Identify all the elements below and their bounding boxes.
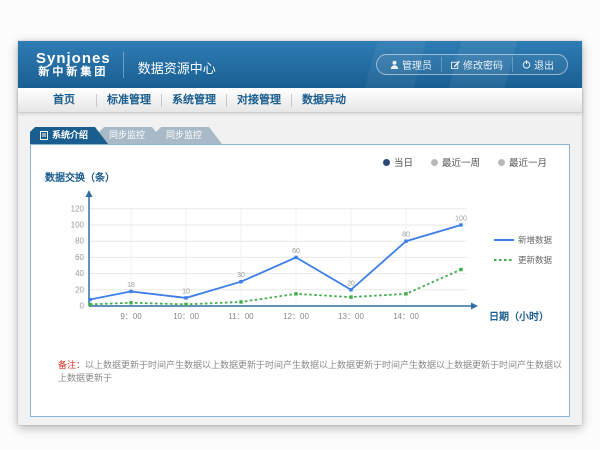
period-option-last-month[interactable]: 最近一月 bbox=[498, 155, 547, 169]
footnote-prefix: 备注： bbox=[58, 360, 85, 370]
svg-text:新增数据: 新增数据 bbox=[518, 235, 553, 245]
svg-text:13：00: 13：00 bbox=[338, 312, 364, 321]
brand-logo: Synjones 新中新集团 bbox=[30, 51, 121, 78]
svg-text:20: 20 bbox=[75, 285, 84, 294]
chart-y-axis-title: 数据交换（条） bbox=[45, 169, 115, 184]
data-exchange-chart: 0 20 40 60 80 100 120 9：00 10：00 11：00 12：00 13：00 1… bbox=[47, 183, 567, 333]
change-password-label: 修改密码 bbox=[463, 57, 503, 72]
logout-button[interactable]: 退出 bbox=[512, 57, 563, 72]
tab-label: 同步监控 bbox=[109, 127, 145, 144]
change-password-button[interactable]: 修改密码 bbox=[441, 57, 512, 72]
svg-text:更新数据: 更新数据 bbox=[518, 255, 553, 265]
nav-item-standard-mgmt[interactable]: 标准管理 bbox=[97, 88, 161, 113]
svg-text:18: 18 bbox=[127, 282, 135, 289]
nav-item-connect-mgmt[interactable]: 对接管理 bbox=[227, 88, 291, 113]
power-icon bbox=[522, 60, 531, 69]
svg-text:20: 20 bbox=[347, 280, 355, 287]
svg-text:9：00: 9：00 bbox=[120, 312, 142, 321]
document-icon bbox=[40, 131, 48, 140]
radio-selected-icon bbox=[383, 159, 390, 166]
svg-text:30: 30 bbox=[237, 272, 245, 279]
header-divider bbox=[123, 52, 124, 78]
svg-text:14：00: 14：00 bbox=[393, 312, 419, 321]
app-window: Synjones 新中新集团 数据资源中心 管理员 修改密码 bbox=[18, 41, 582, 425]
nav-item-system-mgmt[interactable]: 系统管理 bbox=[162, 88, 226, 113]
tab-label: 同步监控 bbox=[166, 127, 202, 144]
tab-bar: 系统介绍 同步监控 同步监控 bbox=[30, 127, 222, 144]
tab-label: 系统介绍 bbox=[52, 127, 88, 144]
nav-item-home[interactable]: 首页 bbox=[32, 88, 96, 113]
user-icon bbox=[390, 60, 399, 69]
period-option-label: 最近一月 bbox=[509, 155, 547, 169]
chart-container: 0 20 40 60 80 100 120 9：00 10：00 11：00 12：00 13：00 1… bbox=[47, 183, 567, 338]
content-area: 系统介绍 同步监控 同步监控 当日 最近一周 bbox=[18, 114, 582, 425]
svg-text:11：00: 11：00 bbox=[228, 312, 254, 321]
radio-icon bbox=[431, 159, 438, 166]
svg-text:100: 100 bbox=[71, 221, 85, 230]
footnote: 备注：以上数据更新于时间产生数据以上数据更新于时间产生数据以上数据更新于时间产生… bbox=[58, 358, 569, 384]
user-menu: 管理员 修改密码 退出 bbox=[376, 54, 568, 75]
app-header: Synjones 新中新集团 数据资源中心 管理员 修改密码 bbox=[18, 41, 582, 88]
tab-sync-monitor-1[interactable]: 同步监控 bbox=[99, 127, 165, 144]
svg-text:60: 60 bbox=[75, 253, 84, 262]
svg-text:10：00: 10：00 bbox=[173, 312, 199, 321]
svg-text:100: 100 bbox=[455, 216, 467, 223]
svg-text:80: 80 bbox=[402, 232, 410, 239]
user-menu-admin[interactable]: 管理员 bbox=[381, 57, 441, 72]
period-option-last-week[interactable]: 最近一周 bbox=[431, 155, 480, 169]
edit-icon bbox=[451, 60, 460, 69]
svg-text:12：00: 12：00 bbox=[283, 312, 309, 321]
chart-panel: 当日 最近一周 最近一月 数据交换（条） 0 20 40 60 80 100 120 9：00… bbox=[30, 144, 570, 417]
svg-text:10: 10 bbox=[182, 288, 190, 295]
period-option-label: 最近一周 bbox=[442, 155, 480, 169]
svg-text:40: 40 bbox=[75, 269, 84, 278]
radio-icon bbox=[498, 159, 505, 166]
page-title: 数据资源中心 bbox=[138, 58, 216, 77]
tab-system-intro[interactable]: 系统介绍 bbox=[30, 127, 108, 144]
period-option-label: 当日 bbox=[394, 155, 413, 169]
brand-logo-en: Synjones bbox=[36, 51, 111, 67]
period-option-today[interactable]: 当日 bbox=[383, 155, 413, 169]
footnote-text: 以上数据更新于时间产生数据以上数据更新于时间产生数据以上数据更新于时间产生数据以… bbox=[58, 360, 562, 383]
svg-text:120: 120 bbox=[71, 204, 85, 213]
period-filter: 当日 最近一周 最近一月 bbox=[383, 155, 547, 169]
nav-item-data-change[interactable]: 数据异动 bbox=[292, 88, 356, 113]
svg-text:日期（小时）: 日期（小时） bbox=[489, 310, 549, 323]
user-menu-admin-label: 管理员 bbox=[402, 57, 432, 72]
brand-logo-cn: 新中新集团 bbox=[36, 67, 111, 79]
svg-text:0: 0 bbox=[80, 302, 85, 311]
logout-label: 退出 bbox=[534, 57, 554, 72]
svg-text:60: 60 bbox=[292, 248, 300, 255]
svg-text:80: 80 bbox=[75, 237, 84, 246]
main-nav: 首页 标准管理 系统管理 对接管理 数据异动 bbox=[18, 88, 582, 113]
tab-sync-monitor-2[interactable]: 同步监控 bbox=[156, 127, 222, 144]
